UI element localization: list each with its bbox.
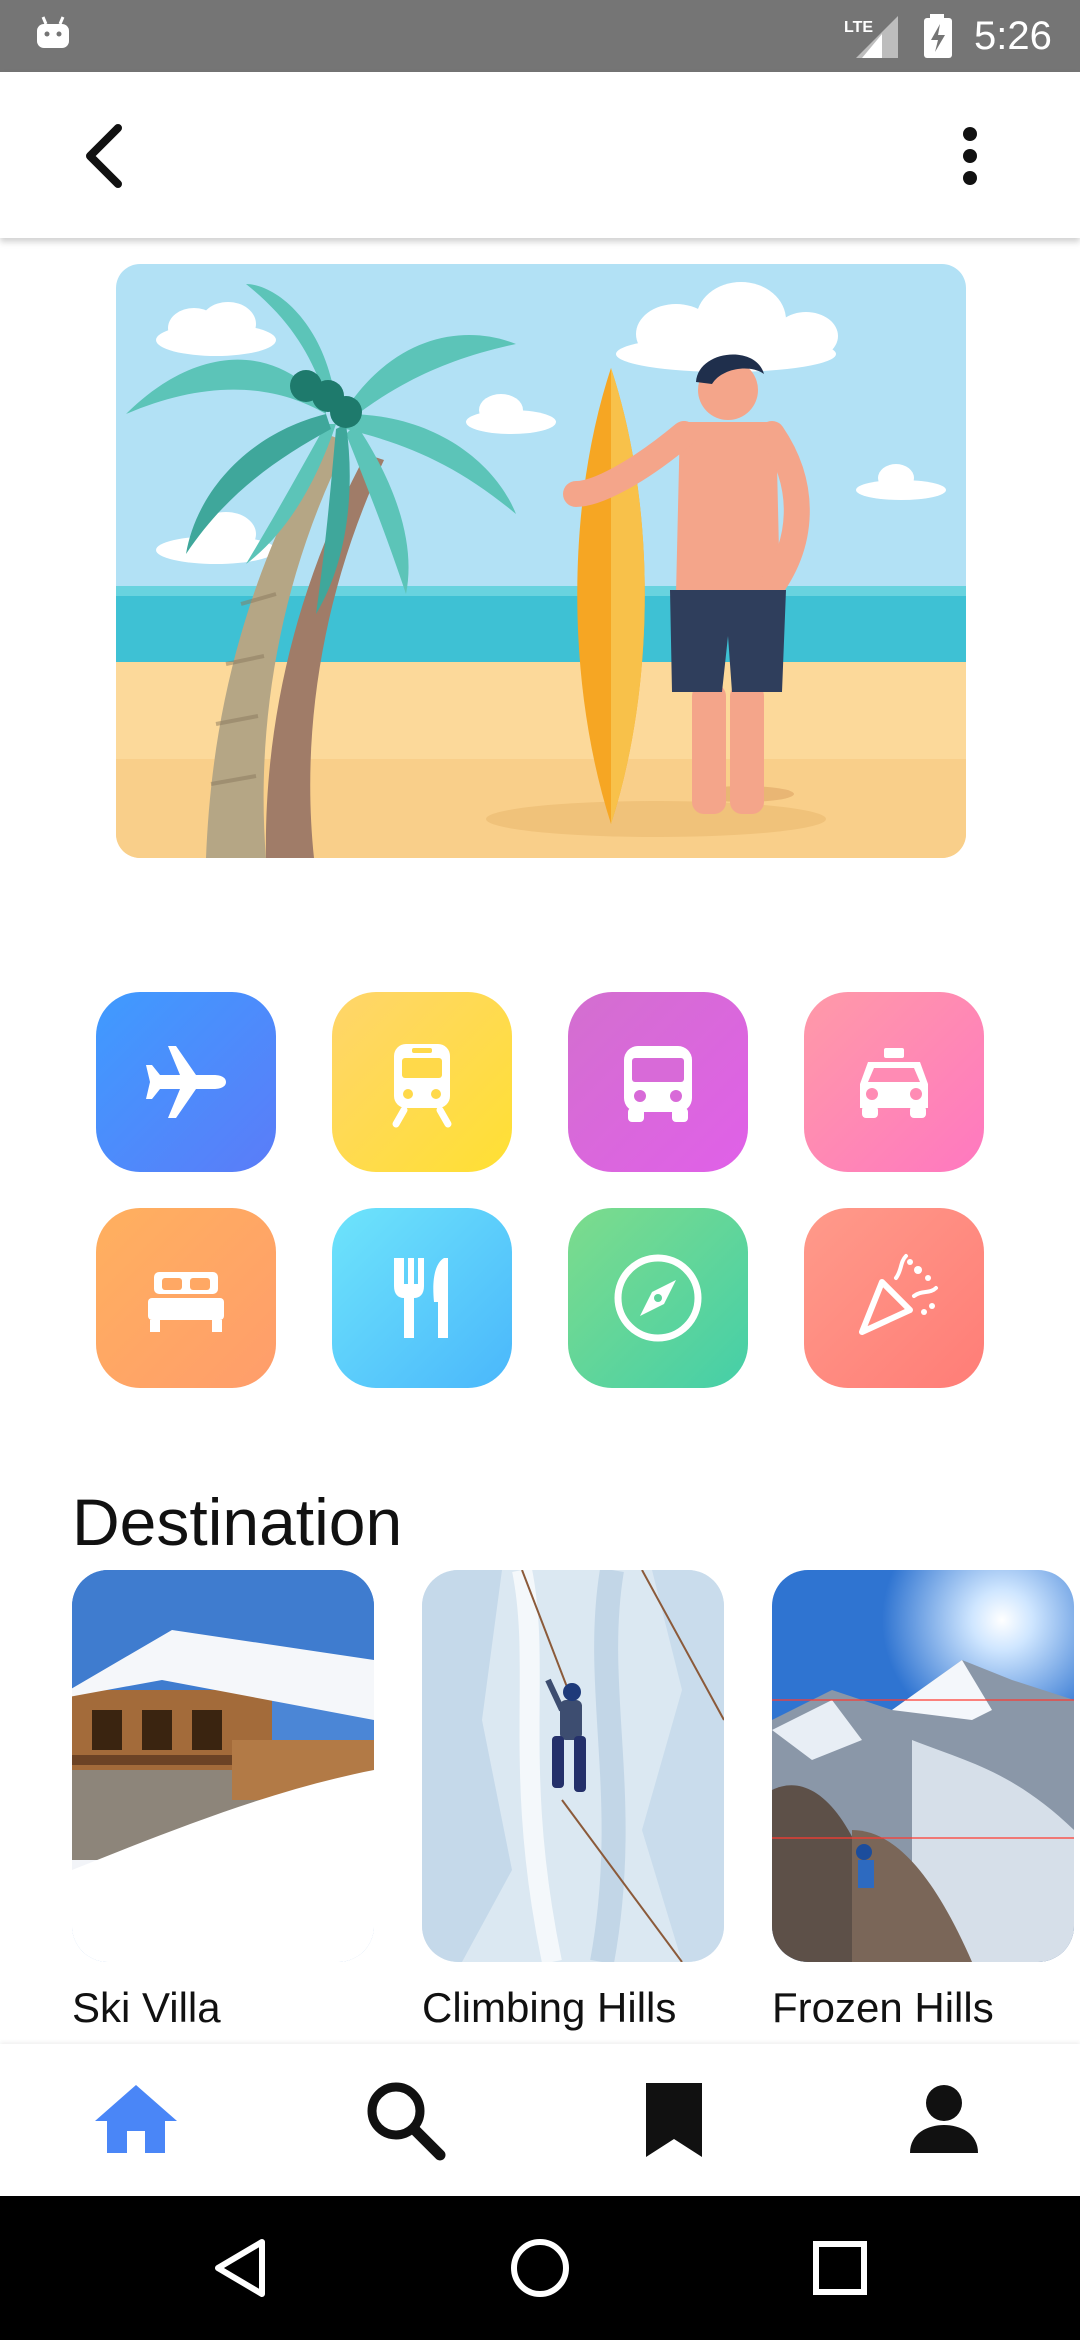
app-bar [0, 72, 1080, 238]
lte-signal-icon: LTE [844, 16, 898, 58]
party-popper-icon [859, 1254, 938, 1335]
fork-knife-icon [394, 1258, 448, 1338]
climbing-hills-image [422, 1570, 724, 1962]
bookmark-icon [646, 2083, 702, 2157]
destination-card-climbing-hills[interactable] [422, 1570, 724, 1962]
bus-icon [624, 1046, 692, 1122]
train-icon [392, 1044, 452, 1128]
back-button[interactable] [70, 120, 142, 192]
compass-icon [614, 1254, 702, 1342]
destination-label: Climbing Hills [422, 1984, 677, 2031]
destination-card-ski-villa[interactable] [72, 1570, 374, 1962]
home-circle-icon[interactable] [508, 2236, 572, 2300]
back-triangle-icon[interactable] [210, 2236, 274, 2300]
section-title-destination: Destination [72, 1485, 403, 1559]
category-flight-button[interactable] [96, 992, 276, 1172]
hero-illustration [116, 264, 966, 858]
nav-saved[interactable] [624, 2074, 724, 2164]
android-icon [37, 16, 69, 48]
taxi-icon [860, 1048, 928, 1118]
category-bus-button[interactable] [568, 992, 748, 1172]
category-explore-button[interactable] [568, 1208, 748, 1388]
more-options-button[interactable] [938, 120, 1002, 192]
destination-card-frozen-hills[interactable] [772, 1570, 1074, 1962]
system-navigation-bar [0, 2196, 1080, 2340]
category-events-button[interactable] [804, 1208, 984, 1388]
category-train-button[interactable] [332, 992, 512, 1172]
svg-text:LTE: LTE [844, 19, 873, 36]
nav-home[interactable] [86, 2074, 186, 2164]
profile-icon [910, 2085, 978, 2153]
destination-label: Ski Villa [72, 1984, 221, 2031]
search-icon [367, 2082, 446, 2161]
status-bar: LTE 5:26 [0, 0, 1080, 72]
bed-icon [148, 1272, 224, 1332]
nav-profile[interactable] [894, 2074, 994, 2164]
battery-charging-icon [924, 14, 952, 58]
category-hotel-button[interactable] [96, 1208, 276, 1388]
category-restaurant-button[interactable] [332, 1208, 512, 1388]
bottom-navigation [0, 2044, 1080, 2196]
nav-search[interactable] [354, 2074, 454, 2164]
category-taxi-button[interactable] [804, 992, 984, 1172]
destination-label: Frozen Hills [772, 1984, 994, 2031]
ski-villa-image [72, 1570, 374, 1962]
airplane-icon [146, 1046, 226, 1118]
frozen-hills-image [772, 1570, 1074, 1962]
status-time: 5:26 [974, 14, 1052, 58]
recents-square-icon[interactable] [808, 2236, 872, 2300]
home-icon [95, 2085, 177, 2153]
